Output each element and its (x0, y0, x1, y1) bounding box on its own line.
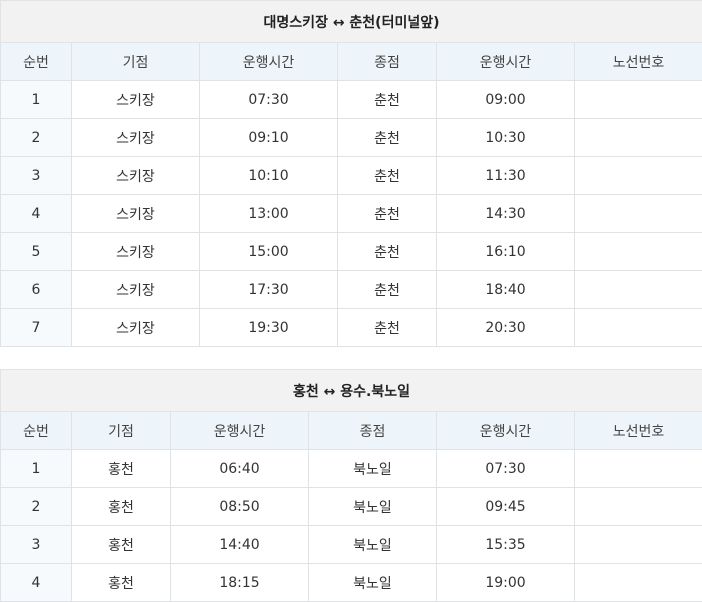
column-header-route-number: 노선번호 (575, 412, 702, 450)
column-header-arrive-time: 운행시간 (437, 43, 575, 81)
cell-origin: 스키장 (72, 119, 200, 157)
cell-seq: 5 (1, 233, 72, 271)
table-row: 6 스키장 17:30 춘천 18:40 (1, 271, 702, 309)
cell-arrive-time: 09:00 (437, 81, 575, 119)
cell-seq: 3 (1, 526, 72, 564)
cell-route-number (575, 119, 702, 157)
cell-depart-time: 15:00 (200, 233, 338, 271)
cell-destination: 춘천 (338, 119, 437, 157)
table-row: 2 스키장 09:10 춘천 10:30 (1, 119, 702, 157)
cell-destination: 북노일 (309, 526, 437, 564)
cell-arrive-time: 07:30 (437, 450, 575, 488)
cell-origin: 스키장 (72, 195, 200, 233)
column-header-seq: 순번 (1, 43, 72, 81)
cell-route-number (575, 564, 702, 602)
cell-depart-time: 13:00 (200, 195, 338, 233)
cell-route-number (575, 271, 702, 309)
cell-destination: 춘천 (338, 233, 437, 271)
column-header-destination: 종점 (309, 412, 437, 450)
cell-arrive-time: 18:40 (437, 271, 575, 309)
column-header-seq: 순번 (1, 412, 72, 450)
cell-arrive-time: 19:00 (437, 564, 575, 602)
cell-depart-time: 08:50 (171, 488, 309, 526)
table-row: 3 스키장 10:10 춘천 11:30 (1, 157, 702, 195)
cell-origin: 홍천 (72, 526, 171, 564)
cell-origin: 홍천 (72, 450, 171, 488)
column-header-route-number: 노선번호 (575, 43, 702, 81)
schedule-table-2: 홍천 ↔ 용수.북노일 순번 기점 운행시간 종점 운행시간 노선번호 1 홍천… (0, 369, 702, 602)
cell-destination: 춘천 (338, 271, 437, 309)
cell-origin: 홍천 (72, 488, 171, 526)
cell-seq: 2 (1, 488, 72, 526)
cell-arrive-time: 20:30 (437, 309, 575, 347)
cell-seq: 4 (1, 195, 72, 233)
cell-origin: 스키장 (72, 271, 200, 309)
cell-seq: 4 (1, 564, 72, 602)
cell-seq: 7 (1, 309, 72, 347)
schedule-table-1: 대명스키장 ↔ 춘천(터미널앞) 순번 기점 운행시간 종점 운행시간 노선번호… (0, 0, 702, 347)
cell-origin: 홍천 (72, 564, 171, 602)
cell-route-number (575, 195, 702, 233)
column-header-arrive-time: 운행시간 (437, 412, 575, 450)
cell-depart-time: 19:30 (200, 309, 338, 347)
cell-seq: 1 (1, 450, 72, 488)
cell-depart-time: 09:10 (200, 119, 338, 157)
cell-arrive-time: 11:30 (437, 157, 575, 195)
table-row: 1 홍천 06:40 북노일 07:30 (1, 450, 702, 488)
column-header-origin: 기점 (72, 43, 200, 81)
cell-arrive-time: 15:35 (437, 526, 575, 564)
cell-depart-time: 17:30 (200, 271, 338, 309)
cell-origin: 스키장 (72, 81, 200, 119)
table-header-row: 순번 기점 운행시간 종점 운행시간 노선번호 (1, 43, 702, 81)
cell-route-number (575, 81, 702, 119)
cell-depart-time: 06:40 (171, 450, 309, 488)
cell-depart-time: 10:10 (200, 157, 338, 195)
table-header-row: 순번 기점 운행시간 종점 운행시간 노선번호 (1, 412, 702, 450)
cell-seq: 6 (1, 271, 72, 309)
table-title: 홍천 ↔ 용수.북노일 (1, 370, 702, 412)
cell-arrive-time: 10:30 (437, 119, 575, 157)
cell-origin: 스키장 (72, 157, 200, 195)
cell-route-number (575, 233, 702, 271)
cell-destination: 춘천 (338, 157, 437, 195)
cell-origin: 스키장 (72, 233, 200, 271)
cell-route-number (575, 450, 702, 488)
column-header-origin: 기점 (72, 412, 171, 450)
cell-route-number (575, 488, 702, 526)
table-row: 4 스키장 13:00 춘천 14:30 (1, 195, 702, 233)
cell-destination: 춘천 (338, 309, 437, 347)
cell-depart-time: 07:30 (200, 81, 338, 119)
cell-route-number (575, 157, 702, 195)
table-row: 5 스키장 15:00 춘천 16:10 (1, 233, 702, 271)
cell-seq: 1 (1, 81, 72, 119)
cell-depart-time: 14:40 (171, 526, 309, 564)
table-row: 7 스키장 19:30 춘천 20:30 (1, 309, 702, 347)
cell-seq: 3 (1, 157, 72, 195)
cell-destination: 북노일 (309, 488, 437, 526)
cell-arrive-time: 09:45 (437, 488, 575, 526)
table-title-row: 홍천 ↔ 용수.북노일 (1, 370, 702, 412)
table-row: 4 홍천 18:15 북노일 19:00 (1, 564, 702, 602)
cell-seq: 2 (1, 119, 72, 157)
table-row: 1 스키장 07:30 춘천 09:00 (1, 81, 702, 119)
cell-destination: 춘천 (338, 81, 437, 119)
column-header-destination: 종점 (338, 43, 437, 81)
cell-depart-time: 18:15 (171, 564, 309, 602)
table-row: 2 홍천 08:50 북노일 09:45 (1, 488, 702, 526)
cell-destination: 북노일 (309, 450, 437, 488)
cell-arrive-time: 16:10 (437, 233, 575, 271)
cell-destination: 북노일 (309, 564, 437, 602)
cell-route-number (575, 526, 702, 564)
table-title-row: 대명스키장 ↔ 춘천(터미널앞) (1, 1, 702, 43)
cell-origin: 스키장 (72, 309, 200, 347)
table-title: 대명스키장 ↔ 춘천(터미널앞) (1, 1, 702, 43)
table-spacer (0, 347, 702, 369)
cell-arrive-time: 14:30 (437, 195, 575, 233)
cell-destination: 춘천 (338, 195, 437, 233)
cell-route-number (575, 309, 702, 347)
column-header-depart-time: 운행시간 (200, 43, 338, 81)
table-row: 3 홍천 14:40 북노일 15:35 (1, 526, 702, 564)
column-header-depart-time: 운행시간 (171, 412, 309, 450)
